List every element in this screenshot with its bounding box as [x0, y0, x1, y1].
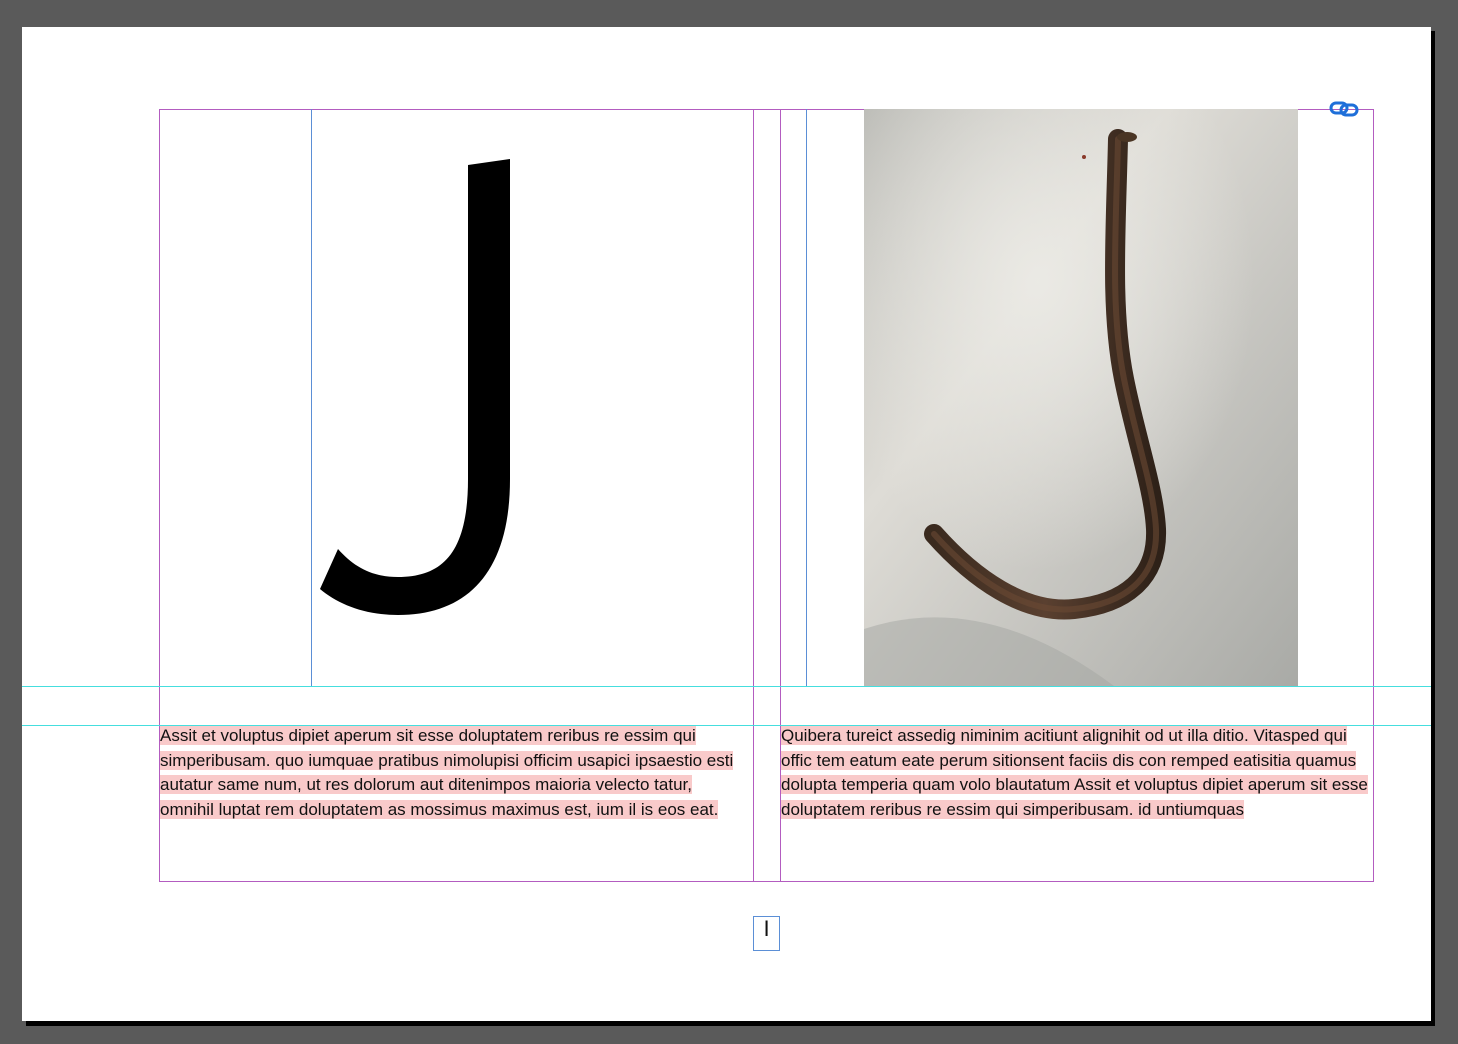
right-body-text-frame[interactable]: Quibera tureict assedig niminim acitiunt… [781, 724, 1376, 822]
spine-guide-left [753, 109, 754, 882]
left-body-text-frame[interactable]: Assit et voluptus dipiet aperum sit esse… [160, 724, 750, 822]
column-guide-right [806, 109, 807, 686]
page-number-frame[interactable]: I [753, 916, 780, 951]
page-number-marker: I [763, 916, 770, 941]
link-icon[interactable] [1329, 100, 1359, 118]
column-guide-left [311, 109, 312, 686]
ruler-guide-upper[interactable] [22, 686, 1431, 687]
hook-photo[interactable] [864, 109, 1298, 686]
document-spread[interactable]: Assit et voluptus dipiet aperum sit esse… [22, 27, 1431, 1021]
right-body-text: Quibera tureict assedig niminim acitiunt… [781, 726, 1368, 819]
letter-j-graphic[interactable] [316, 159, 516, 619]
left-body-text: Assit et voluptus dipiet aperum sit esse… [160, 726, 734, 819]
